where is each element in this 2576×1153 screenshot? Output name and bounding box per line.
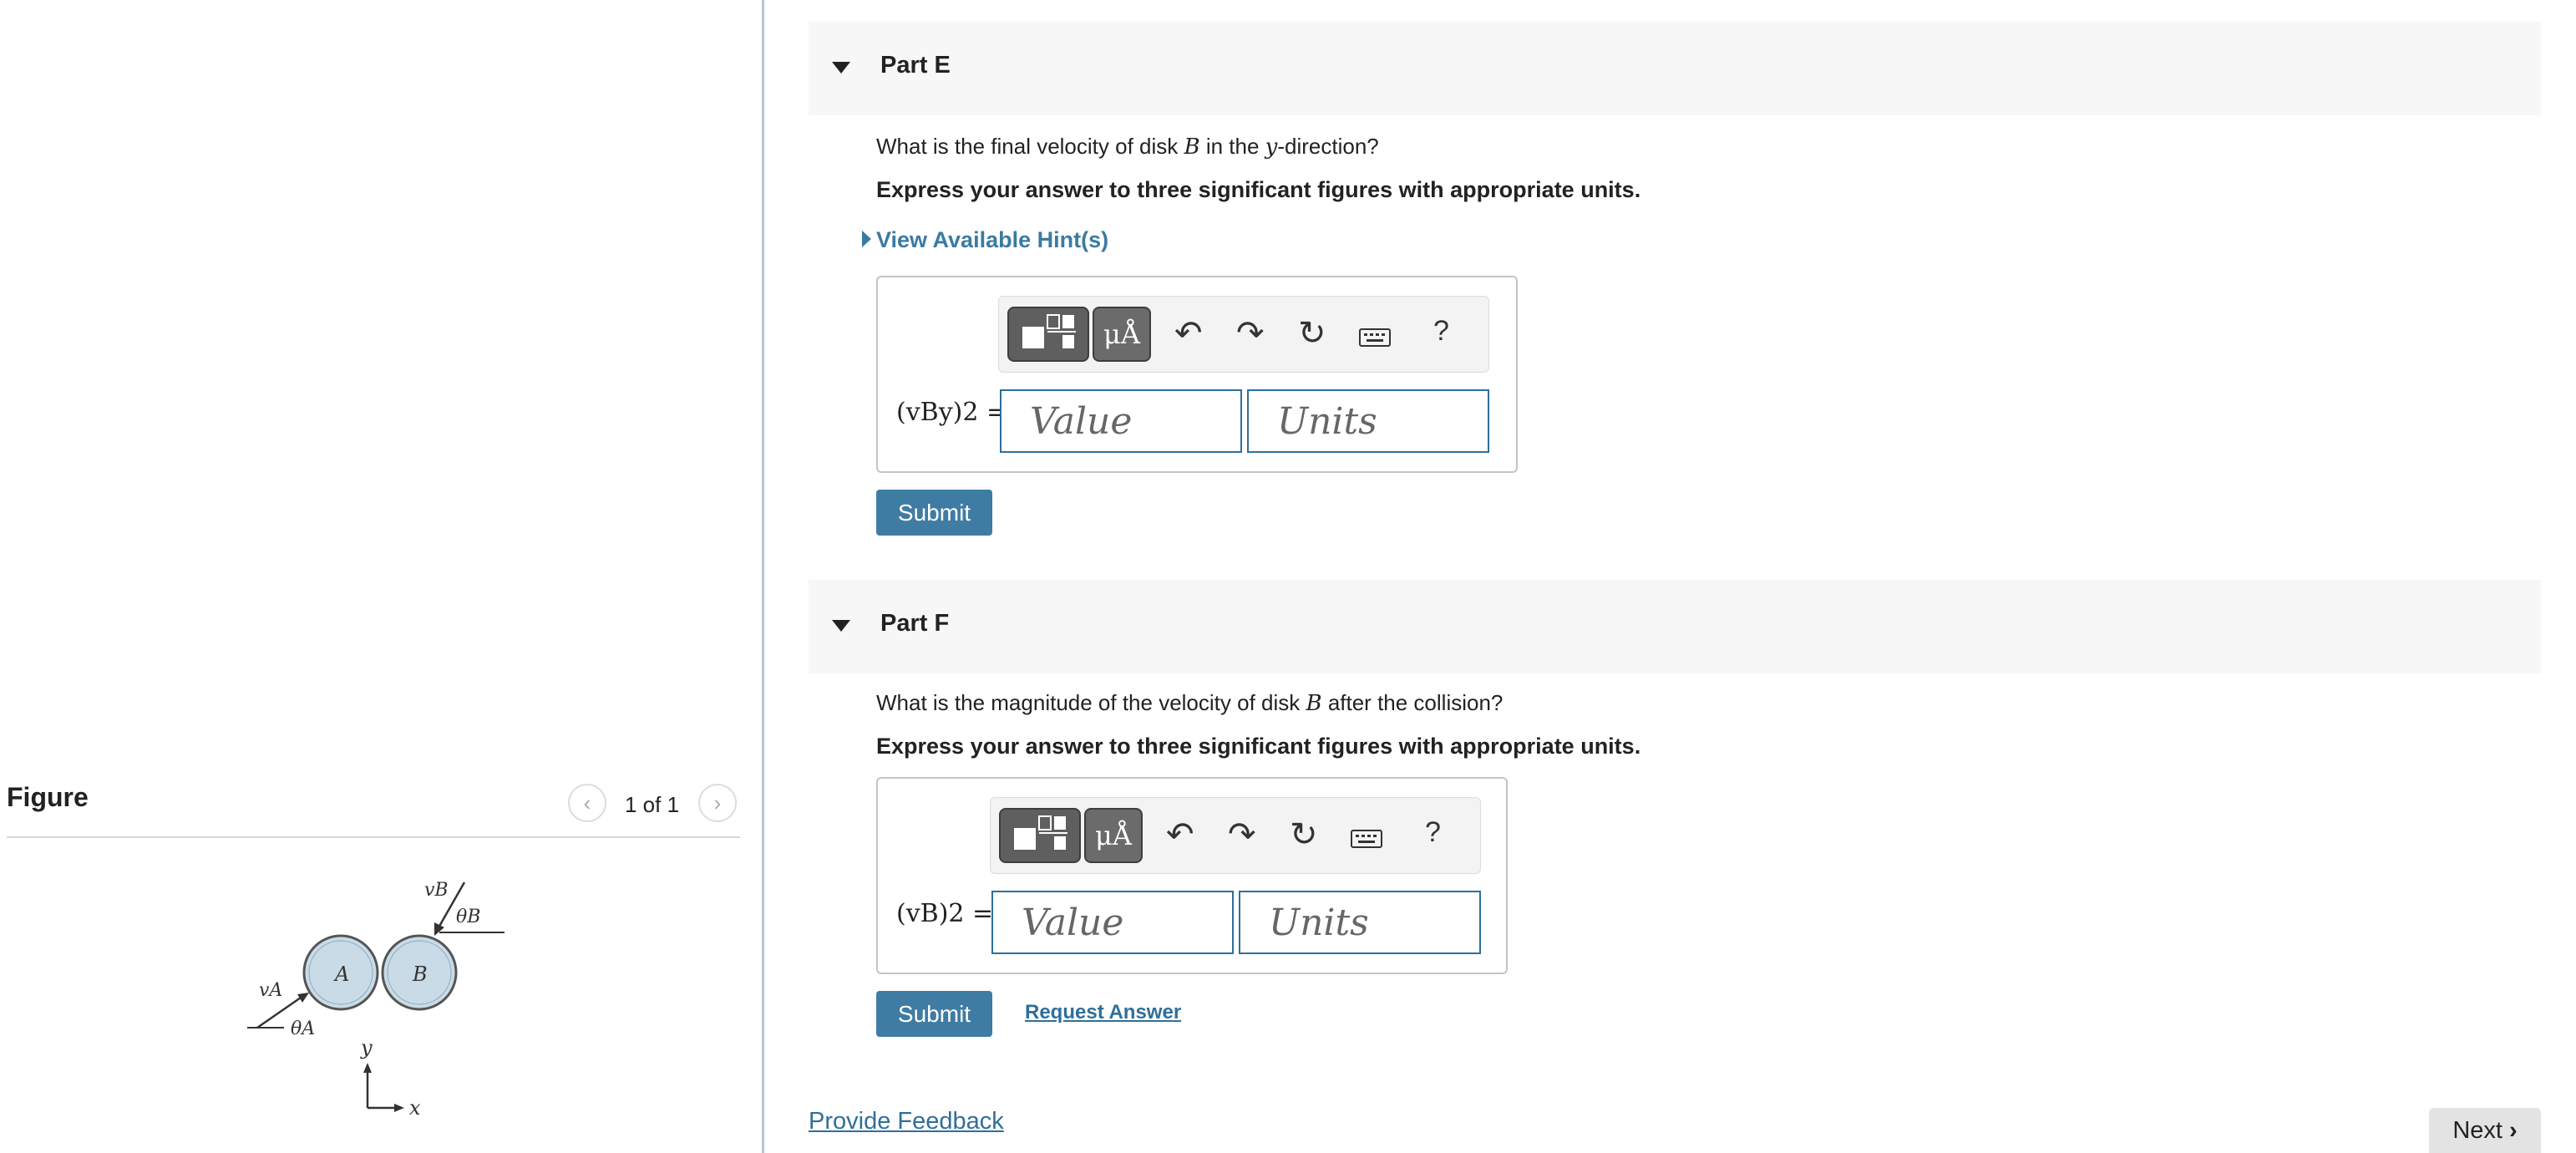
disk-a-label: A bbox=[333, 963, 349, 986]
question-variable: y bbox=[1265, 135, 1278, 160]
view-hints-link[interactable]: View Available Hint(s) bbox=[862, 227, 1109, 253]
figure-next-button[interactable]: › bbox=[698, 784, 737, 822]
part-f-header[interactable]: Part F bbox=[809, 580, 2541, 673]
part-e-equation-label: (vBy)2 = bbox=[896, 398, 1008, 427]
units-icon: μÅ bbox=[1095, 820, 1132, 851]
reset-icon[interactable]: ↻ bbox=[1298, 317, 1326, 350]
view-hints-label: View Available Hint(s) bbox=[876, 227, 1109, 252]
request-answer-link[interactable]: Request Answer bbox=[1025, 1001, 1181, 1024]
figure-divider bbox=[7, 836, 740, 838]
part-e-title: Part E bbox=[880, 52, 951, 79]
y-axis-label: y bbox=[360, 1036, 373, 1059]
reset-icon[interactable]: ↻ bbox=[1290, 818, 1318, 851]
part-e-value-input[interactable]: Value bbox=[1000, 389, 1242, 453]
help-icon[interactable]: ? bbox=[1433, 317, 1449, 345]
part-f-submit-button[interactable]: Submit bbox=[876, 991, 992, 1037]
templates-button[interactable] bbox=[1007, 307, 1089, 362]
part-f-value-input[interactable]: Value bbox=[991, 891, 1234, 954]
y-axis-arrowhead bbox=[363, 1063, 372, 1073]
question-text: What is the final velocity of disk bbox=[876, 134, 1184, 159]
panel-divider[interactable] bbox=[762, 0, 764, 1153]
question-text: What is the magnitude of the velocity of… bbox=[876, 690, 1306, 715]
part-f-units-input[interactable]: Units bbox=[1239, 891, 1481, 954]
vb-label: vB bbox=[424, 880, 449, 901]
next-label: Next bbox=[2452, 1116, 2502, 1144]
templates-button[interactable] bbox=[999, 808, 1081, 863]
part-f-answer-box: μÅ ↶ ↷ ↻ ? (vB)2 = Value Units bbox=[876, 777, 1508, 974]
theta-a-label: θA bbox=[291, 1018, 315, 1039]
templates-icon bbox=[1014, 815, 1067, 850]
part-e-answer-box: μÅ ↶ ↷ ↻ ? (vBy)2 = Value Units bbox=[876, 276, 1518, 473]
keyboard-icon[interactable] bbox=[1358, 322, 1392, 355]
figure-pager: 1 of 1 bbox=[625, 792, 680, 817]
caret-down-icon bbox=[832, 620, 850, 632]
part-e-question: What is the final velocity of disk B in … bbox=[876, 134, 1379, 160]
part-e-units-input[interactable]: Units bbox=[1247, 389, 1489, 453]
redo-icon[interactable]: ↷ bbox=[1228, 818, 1256, 851]
chevron-right-icon: › bbox=[2508, 1116, 2518, 1144]
next-button[interactable]: Next › bbox=[2429, 1108, 2541, 1153]
question-variable: B bbox=[1184, 135, 1200, 160]
va-label: vA bbox=[259, 980, 282, 1001]
disk-b-label: B bbox=[412, 963, 428, 986]
undo-icon[interactable]: ↶ bbox=[1166, 818, 1194, 851]
units-button[interactable]: μÅ bbox=[1093, 307, 1151, 362]
part-f-question: What is the magnitude of the velocity of… bbox=[876, 690, 1503, 716]
redo-icon[interactable]: ↷ bbox=[1236, 317, 1265, 350]
x-axis-label: x bbox=[409, 1096, 421, 1120]
units-button[interactable]: μÅ bbox=[1084, 808, 1143, 863]
x-axis-arrowhead bbox=[394, 1104, 404, 1112]
undo-icon[interactable]: ↶ bbox=[1174, 317, 1203, 350]
question-variable: B bbox=[1306, 691, 1322, 716]
part-e-header[interactable]: Part E bbox=[809, 22, 2541, 115]
chevron-left-icon: ‹ bbox=[583, 790, 591, 815]
question-text: in the bbox=[1199, 134, 1265, 159]
part-e-toolbar: μÅ ↶ ↷ ↻ ? bbox=[998, 296, 1489, 373]
caret-right-icon bbox=[862, 231, 871, 247]
help-icon[interactable]: ? bbox=[1425, 818, 1441, 846]
chevron-right-icon: › bbox=[713, 790, 722, 815]
part-f-toolbar: μÅ ↶ ↷ ↻ ? bbox=[990, 797, 1481, 874]
theta-b-label: θB bbox=[456, 907, 480, 927]
units-icon: μÅ bbox=[1103, 318, 1140, 350]
question-text: -direction? bbox=[1277, 134, 1379, 159]
templates-icon bbox=[1022, 314, 1076, 348]
part-f-equation-label: (vB)2 = bbox=[896, 899, 994, 928]
figure-diagram: A B vB θB vA θA y x bbox=[247, 880, 505, 1120]
caret-down-icon bbox=[832, 62, 850, 74]
part-f-title: Part F bbox=[880, 610, 950, 637]
part-e-instruction: Express your answer to three significant… bbox=[876, 177, 1641, 202]
keyboard-icon[interactable] bbox=[1350, 823, 1383, 856]
figure-prev-button[interactable]: ‹ bbox=[568, 784, 606, 822]
part-f-instruction: Express your answer to three significant… bbox=[876, 734, 1641, 759]
part-e-submit-button[interactable]: Submit bbox=[876, 490, 992, 536]
figure-title: Figure bbox=[7, 782, 89, 812]
question-text: after the collision? bbox=[1321, 690, 1504, 715]
provide-feedback-link[interactable]: Provide Feedback bbox=[809, 1108, 1004, 1135]
